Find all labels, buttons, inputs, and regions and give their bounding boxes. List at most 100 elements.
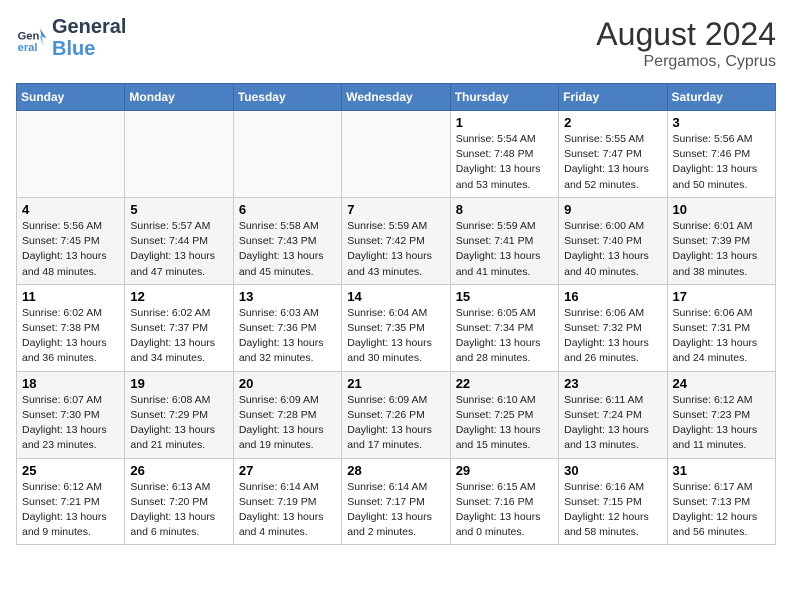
calendar-week-row: 1 Sunrise: 5:54 AM Sunset: 7:48 PM Daylig… — [17, 111, 776, 198]
day-number: 12 — [130, 289, 227, 304]
calendar-cell — [125, 111, 233, 198]
day-number: 22 — [456, 376, 553, 391]
calendar-cell: 18 Sunrise: 6:07 AM Sunset: 7:30 PM Dayli… — [17, 371, 125, 458]
day-number: 6 — [239, 202, 336, 217]
header-cell-friday: Friday — [559, 84, 667, 111]
calendar-cell — [17, 111, 125, 198]
day-number: 11 — [22, 289, 119, 304]
header-cell-tuesday: Tuesday — [233, 84, 341, 111]
day-number: 3 — [673, 115, 770, 130]
day-content: Sunrise: 6:08 AM Sunset: 7:29 PM Dayligh… — [130, 393, 227, 454]
logo-icon: Gen eral — [16, 22, 48, 54]
calendar-cell: 1 Sunrise: 5:54 AM Sunset: 7:48 PM Daylig… — [450, 111, 558, 198]
day-number: 7 — [347, 202, 444, 217]
day-content: Sunrise: 6:14 AM Sunset: 7:19 PM Dayligh… — [239, 480, 336, 541]
calendar-cell — [233, 111, 341, 198]
day-number: 19 — [130, 376, 227, 391]
day-content: Sunrise: 6:10 AM Sunset: 7:25 PM Dayligh… — [456, 393, 553, 454]
calendar-cell: 6Sunrise: 5:58 AM Sunset: 7:43 PM Daylig… — [233, 197, 341, 284]
day-content: Sunrise: 6:02 AM Sunset: 7:37 PM Dayligh… — [130, 306, 227, 367]
day-number: 5 — [130, 202, 227, 217]
calendar-cell: 29 Sunrise: 6:15 AM Sunset: 7:16 PM Dayli… — [450, 458, 558, 545]
calendar-cell: 19 Sunrise: 6:08 AM Sunset: 7:29 PM Dayli… — [125, 371, 233, 458]
header-cell-wednesday: Wednesday — [342, 84, 450, 111]
day-content: Sunrise: 6:07 AM Sunset: 7:30 PM Dayligh… — [22, 393, 119, 454]
day-content: Sunrise: 6:04 AM Sunset: 7:35 PM Dayligh… — [347, 306, 444, 367]
calendar-cell: 3Sunrise: 5:56 AM Sunset: 7:46 PM Daylig… — [667, 111, 775, 198]
calendar-cell: 30 Sunrise: 6:16 AM Sunset: 7:15 PM Dayli… — [559, 458, 667, 545]
calendar-cell: 16 Sunrise: 6:06 AM Sunset: 7:32 PM Dayli… — [559, 284, 667, 371]
day-content: Sunrise: 6:17 AM Sunset: 7:13 PM Dayligh… — [673, 480, 770, 541]
day-number: 4 — [22, 202, 119, 217]
calendar-cell: 5 Sunrise: 5:57 AM Sunset: 7:44 PM Daylig… — [125, 197, 233, 284]
day-content: Sunrise: 6:05 AM Sunset: 7:34 PM Dayligh… — [456, 306, 553, 367]
calendar-cell: 27 Sunrise: 6:14 AM Sunset: 7:19 PM Dayli… — [233, 458, 341, 545]
header-cell-thursday: Thursday — [450, 84, 558, 111]
day-content: Sunrise: 5:55 AM Sunset: 7:47 PM Dayligh… — [564, 132, 661, 193]
calendar-cell: 17Sunrise: 6:06 AM Sunset: 7:31 PM Dayli… — [667, 284, 775, 371]
svg-text:eral: eral — [18, 42, 38, 54]
page-header: Gen eral General Blue August 2024 Pergam… — [16, 16, 776, 71]
day-number: 26 — [130, 463, 227, 478]
day-content: Sunrise: 6:15 AM Sunset: 7:16 PM Dayligh… — [456, 480, 553, 541]
day-number: 20 — [239, 376, 336, 391]
calendar-cell: 28 Sunrise: 6:14 AM Sunset: 7:17 PM Dayli… — [342, 458, 450, 545]
day-number: 8 — [456, 202, 553, 217]
calendar-cell: 12 Sunrise: 6:02 AM Sunset: 7:37 PM Dayli… — [125, 284, 233, 371]
day-number: 23 — [564, 376, 661, 391]
day-number: 29 — [456, 463, 553, 478]
day-content: Sunrise: 5:56 AM Sunset: 7:45 PM Dayligh… — [22, 219, 119, 280]
day-number: 9 — [564, 202, 661, 217]
day-content: Sunrise: 6:00 AM Sunset: 7:40 PM Dayligh… — [564, 219, 661, 280]
logo-blue: Blue — [52, 38, 126, 60]
day-content: Sunrise: 6:02 AM Sunset: 7:38 PM Dayligh… — [22, 306, 119, 367]
calendar-body: 1 Sunrise: 5:54 AM Sunset: 7:48 PM Daylig… — [17, 111, 776, 545]
day-number: 17 — [673, 289, 770, 304]
day-number: 30 — [564, 463, 661, 478]
logo-general: General — [52, 16, 126, 38]
location-subtitle: Pergamos, Cyprus — [596, 53, 776, 71]
calendar-cell: 25Sunrise: 6:12 AM Sunset: 7:21 PM Dayli… — [17, 458, 125, 545]
day-content: Sunrise: 5:57 AM Sunset: 7:44 PM Dayligh… — [130, 219, 227, 280]
calendar-cell: 26 Sunrise: 6:13 AM Sunset: 7:20 PM Dayli… — [125, 458, 233, 545]
day-content: Sunrise: 5:54 AM Sunset: 7:48 PM Dayligh… — [456, 132, 553, 193]
day-content: Sunrise: 5:59 AM Sunset: 7:41 PM Dayligh… — [456, 219, 553, 280]
calendar-cell — [342, 111, 450, 198]
day-content: Sunrise: 5:59 AM Sunset: 7:42 PM Dayligh… — [347, 219, 444, 280]
calendar-week-row: 11 Sunrise: 6:02 AM Sunset: 7:38 PM Dayli… — [17, 284, 776, 371]
day-content: Sunrise: 6:12 AM Sunset: 7:23 PM Dayligh… — [673, 393, 770, 454]
day-content: Sunrise: 6:03 AM Sunset: 7:36 PM Dayligh… — [239, 306, 336, 367]
day-number: 1 — [456, 115, 553, 130]
title-block: August 2024 Pergamos, Cyprus — [596, 16, 776, 71]
day-number: 28 — [347, 463, 444, 478]
calendar-header: SundayMondayTuesdayWednesdayThursdayFrid… — [17, 84, 776, 111]
day-number: 18 — [22, 376, 119, 391]
day-number: 13 — [239, 289, 336, 304]
day-number: 24 — [673, 376, 770, 391]
header-cell-sunday: Sunday — [17, 84, 125, 111]
calendar-cell: 8 Sunrise: 5:59 AM Sunset: 7:41 PM Daylig… — [450, 197, 558, 284]
calendar-week-row: 25Sunrise: 6:12 AM Sunset: 7:21 PM Dayli… — [17, 458, 776, 545]
day-number: 21 — [347, 376, 444, 391]
calendar-cell: 23Sunrise: 6:11 AM Sunset: 7:24 PM Dayli… — [559, 371, 667, 458]
calendar-week-row: 4 Sunrise: 5:56 AM Sunset: 7:45 PM Daylig… — [17, 197, 776, 284]
day-content: Sunrise: 6:09 AM Sunset: 7:26 PM Dayligh… — [347, 393, 444, 454]
day-content: Sunrise: 6:14 AM Sunset: 7:17 PM Dayligh… — [347, 480, 444, 541]
day-content: Sunrise: 6:13 AM Sunset: 7:20 PM Dayligh… — [130, 480, 227, 541]
day-content: Sunrise: 6:16 AM Sunset: 7:15 PM Dayligh… — [564, 480, 661, 541]
calendar-cell: 24 Sunrise: 6:12 AM Sunset: 7:23 PM Dayli… — [667, 371, 775, 458]
calendar-cell: 13 Sunrise: 6:03 AM Sunset: 7:36 PM Dayli… — [233, 284, 341, 371]
day-number: 16 — [564, 289, 661, 304]
calendar-cell: 9 Sunrise: 6:00 AM Sunset: 7:40 PM Daylig… — [559, 197, 667, 284]
header-cell-monday: Monday — [125, 84, 233, 111]
day-number: 27 — [239, 463, 336, 478]
day-number: 10 — [673, 202, 770, 217]
header-row: SundayMondayTuesdayWednesdayThursdayFrid… — [17, 84, 776, 111]
calendar-table: SundayMondayTuesdayWednesdayThursdayFrid… — [16, 83, 776, 545]
day-content: Sunrise: 6:06 AM Sunset: 7:32 PM Dayligh… — [564, 306, 661, 367]
calendar-week-row: 18 Sunrise: 6:07 AM Sunset: 7:30 PM Dayli… — [17, 371, 776, 458]
month-year-title: August 2024 — [596, 16, 776, 53]
calendar-cell: 4 Sunrise: 5:56 AM Sunset: 7:45 PM Daylig… — [17, 197, 125, 284]
calendar-cell: 20Sunrise: 6:09 AM Sunset: 7:28 PM Dayli… — [233, 371, 341, 458]
calendar-cell: 7 Sunrise: 5:59 AM Sunset: 7:42 PM Daylig… — [342, 197, 450, 284]
